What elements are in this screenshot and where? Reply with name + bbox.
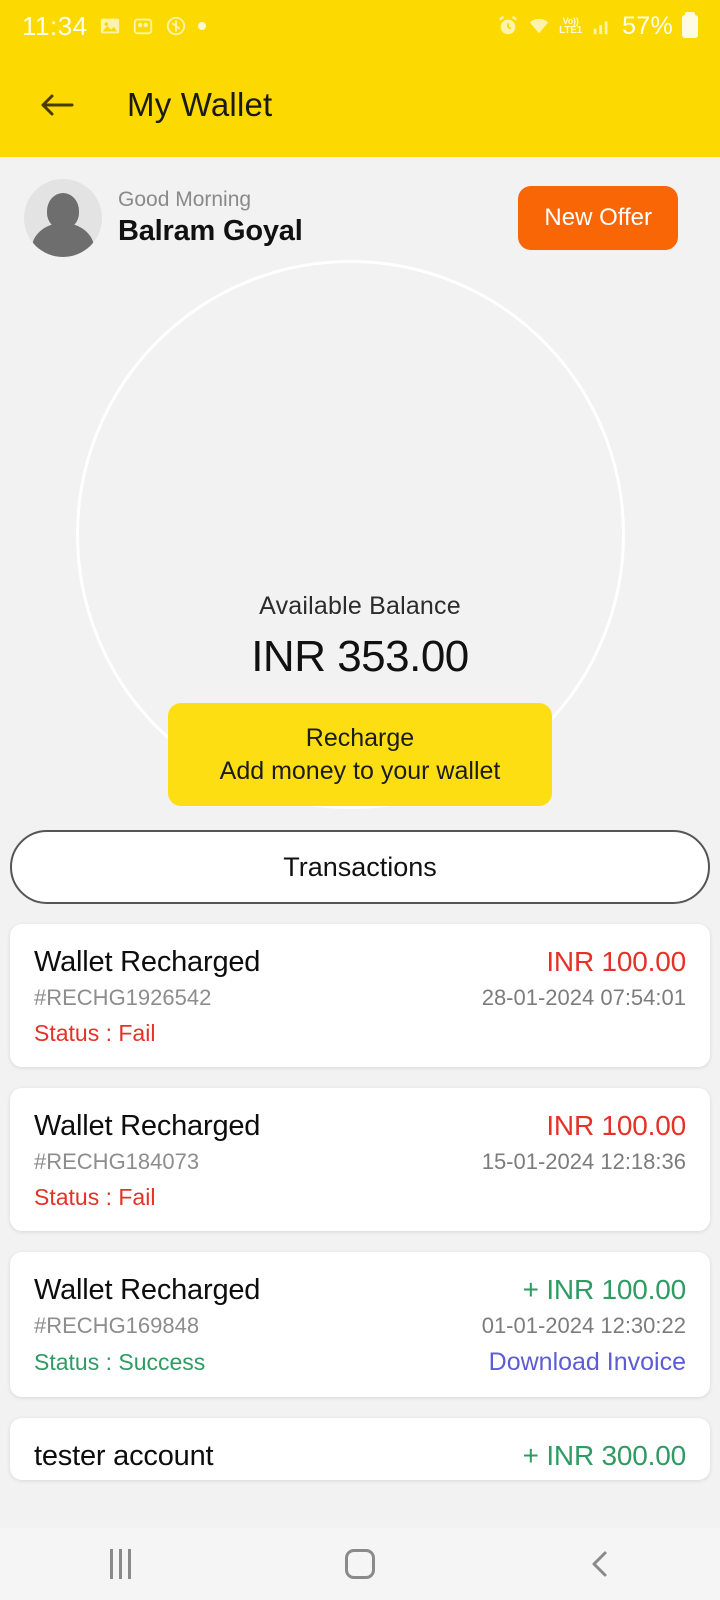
- transaction-meta: #RECHG184073 15-01-2024 12:18:36: [34, 1149, 686, 1175]
- profile-info: Good Morning Balram Goyal: [24, 179, 303, 257]
- table-row[interactable]: Wallet Recharged INR 100.00 #RECHG192654…: [10, 924, 710, 1067]
- alarm-icon: [497, 15, 519, 37]
- wallet-screen: 11:34 Vo)) LTE1 57% My Wallet Good Morni…: [0, 0, 720, 1600]
- recents-button[interactable]: [94, 1543, 146, 1585]
- status-bar-left: 11:34: [22, 11, 206, 42]
- page-title: My Wallet: [127, 85, 273, 123]
- back-icon: [592, 1551, 607, 1577]
- profile-row: Good Morning Balram Goyal New Offer: [0, 157, 720, 257]
- home-icon: [345, 1549, 375, 1579]
- volte-bottom: LTE1: [559, 24, 583, 36]
- balance-amount: INR 353.00: [251, 632, 469, 681]
- status-time: 11:34: [22, 10, 88, 41]
- status-badge: Status : Fail: [34, 1020, 156, 1046]
- transaction-title: Wallet Recharged: [34, 946, 261, 978]
- transaction-amount: INR 100.00: [546, 1110, 686, 1141]
- download-invoice-link[interactable]: Download Invoice: [489, 1348, 686, 1377]
- back-button[interactable]: [34, 82, 80, 128]
- transaction-datetime: 28-01-2024 07:54:01: [481, 985, 686, 1010]
- wifi-icon: [528, 15, 550, 37]
- transaction-title: Wallet Recharged: [34, 1274, 261, 1306]
- transaction-reference: #RECHG169848: [34, 1313, 200, 1338]
- transaction-status-row: Status : Fail: [34, 1020, 686, 1047]
- tab-transactions[interactable]: Transactions: [10, 830, 710, 904]
- transaction-main: Wallet Recharged INR 100.00: [34, 946, 686, 979]
- system-back-button[interactable]: [574, 1543, 626, 1585]
- avatar-body: [32, 223, 94, 257]
- transaction-status-row: Status : Success Download Invoice: [34, 1348, 686, 1377]
- battery-icon: [682, 11, 698, 38]
- transaction-title: Wallet Recharged: [34, 1110, 261, 1142]
- transaction-amount: INR 100.00: [546, 946, 686, 977]
- dot-indicator: [197, 22, 206, 30]
- recharge-button[interactable]: Recharge Add money to your wallet: [167, 703, 553, 806]
- transaction-reference: #RECHG184073: [34, 1149, 200, 1174]
- transaction-reference: #RECHG1926542: [34, 985, 212, 1010]
- new-offer-button[interactable]: New Offer: [518, 186, 678, 250]
- system-nav-bar: [0, 1528, 720, 1600]
- table-row[interactable]: Wallet Recharged INR 100.00 #RECHG184073…: [10, 1088, 710, 1231]
- table-row-partial[interactable]: tester account + INR 300.00: [10, 1418, 710, 1480]
- transaction-main: Wallet Recharged INR 100.00: [34, 1110, 686, 1143]
- transactions-scroll[interactable]: Transactions Wallet Recharged INR 100.00…: [0, 830, 720, 1528]
- app-icon-2: [165, 15, 187, 37]
- recents-icon: [109, 1549, 131, 1579]
- image-icon: [99, 15, 121, 37]
- transactions-list: Wallet Recharged INR 100.00 #RECHG192654…: [0, 924, 720, 1480]
- home-button[interactable]: [334, 1543, 386, 1585]
- greeting-text: Good Morning: [118, 187, 252, 211]
- battery-percent: 57%: [622, 11, 673, 40]
- status-badge: Status : Fail: [34, 1184, 156, 1210]
- balance-label: Available Balance: [259, 592, 461, 620]
- transaction-amount: + INR 100.00: [522, 1274, 687, 1305]
- status-bar-right: Vo)) LTE1 57%: [497, 11, 698, 41]
- transaction-main: Wallet Recharged + INR 100.00: [34, 1274, 686, 1307]
- transaction-datetime: 15-01-2024 12:18:36: [481, 1149, 686, 1174]
- transaction-title: tester account: [34, 1440, 214, 1472]
- transaction-main: tester account + INR 300.00: [34, 1440, 686, 1473]
- recharge-subtitle: Add money to your wallet: [219, 756, 501, 785]
- transaction-meta: #RECHG1926542 28-01-2024 07:54:01: [34, 985, 686, 1011]
- transaction-amount: + INR 300.00: [522, 1440, 687, 1471]
- greeting-block: Good Morning Balram Goyal: [118, 187, 303, 250]
- transaction-meta: #RECHG169848 01-01-2024 12:30:22: [34, 1313, 686, 1339]
- table-row[interactable]: Wallet Recharged + INR 100.00 #RECHG1698…: [10, 1252, 710, 1397]
- balance-block: Available Balance INR 353.00 Recharge Ad…: [0, 592, 720, 806]
- signal-icon: [591, 15, 613, 37]
- status-badge: Status : Success: [34, 1349, 206, 1375]
- user-name: Balram Goyal: [118, 215, 303, 247]
- balance-hero: Good Morning Balram Goyal New Offer Avai…: [0, 157, 720, 830]
- avatar[interactable]: [24, 179, 102, 257]
- recharge-title: Recharge: [305, 724, 415, 752]
- app-icon: [132, 15, 154, 37]
- status-bar: 11:34 Vo)) LTE1 57%: [0, 0, 720, 52]
- volte-icon: Vo)) LTE1: [559, 17, 582, 35]
- transaction-datetime: 01-01-2024 12:30:22: [481, 1313, 686, 1338]
- arrow-left-icon: [41, 94, 74, 115]
- transaction-status-row: Status : Fail: [34, 1184, 686, 1211]
- app-header: My Wallet: [0, 52, 720, 157]
